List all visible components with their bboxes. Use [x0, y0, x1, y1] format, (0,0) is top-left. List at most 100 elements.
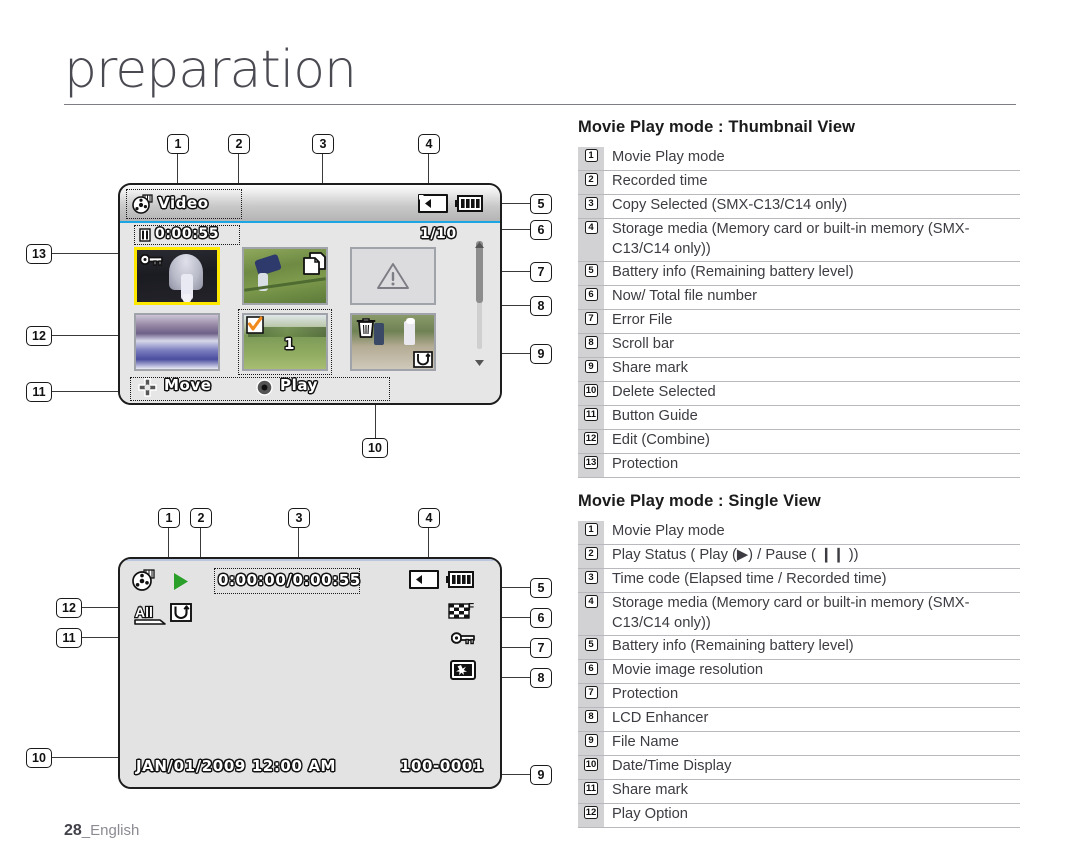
legend-number-cell: 6 [578, 660, 604, 684]
legend-row: 1 Movie Play mode [578, 147, 1020, 171]
callout-s8: 8 [530, 668, 552, 688]
callout-s6: 6 [530, 608, 552, 628]
legend-number-badge: 10 [583, 384, 599, 398]
legend-number-badge: 6 [584, 662, 598, 676]
legend-number-badge: 3 [584, 571, 598, 584]
legend-row: 7 Error File [578, 310, 1020, 335]
film-reel-icon [132, 194, 154, 219]
legend-number-badge: 1 [584, 523, 598, 536]
legend-number-cell: 2 [578, 545, 604, 568]
legend-number-cell: 6 [578, 286, 604, 310]
ok-button-icon [256, 379, 273, 401]
legend-number-cell: 10 [578, 382, 604, 406]
legend-number-cell: 5 [578, 636, 604, 660]
legend-number-badge: 7 [584, 686, 598, 700]
footer-page-number: 28 [64, 822, 82, 839]
legend-number-badge: 9 [584, 360, 598, 374]
legend-number-cell: 2 [578, 171, 604, 194]
key-icon [450, 631, 477, 650]
legend-list-thumbnail-view: 1 Movie Play mode 2 Recorded time 3 Copy Sele… [578, 147, 1020, 479]
legend-single-view: Movie Play mode : Single View 1 Movie Pla… [578, 492, 1020, 829]
legend-number-badge: 6 [584, 288, 598, 302]
callout-s2-leader [200, 528, 202, 560]
datetime-display: JAN/01/2009 12:00 AM [136, 757, 337, 775]
legend-number-badge: 12 [583, 432, 599, 446]
legend-number-cell: 3 [578, 195, 604, 218]
file-name: 100-0001 [399, 757, 484, 775]
legend-number-cell: 8 [578, 334, 604, 358]
legend-row: 12 Play Option [578, 804, 1020, 829]
callout-s11: 11 [56, 628, 82, 648]
time-code-value: 0:00:00/0:00:55 [218, 571, 361, 589]
legend-row-text: Protection [612, 686, 679, 703]
legend-row-text: Error File [612, 312, 673, 329]
key-icon [139, 253, 164, 271]
section-heading-thumbnail-view: Movie Play mode : Thumbnail View [578, 118, 856, 136]
callout-9: 9 [530, 344, 552, 364]
copy-pages-icon [301, 251, 327, 282]
page-footer: 28_English [64, 822, 139, 840]
legend-row-text: Now/ Total file number [612, 288, 758, 305]
callout-s3: 3 [288, 508, 310, 528]
lcd-thumbnail-view-screen: Video 0:00:55 1/10 1 Move Play [118, 183, 502, 405]
legend-number-cell: 3 [578, 569, 604, 592]
page-title: preparation [64, 40, 357, 100]
lcd-single-top-line [120, 559, 500, 561]
callout-s9: 9 [530, 765, 552, 785]
thumbnail-item-4[interactable] [134, 313, 220, 371]
legend-row: 3 Copy Selected (SMX-C13/C14 only) [578, 195, 1020, 219]
lcd-enhancer-icon [450, 659, 476, 686]
legend-row: 9 Share mark [578, 358, 1020, 383]
guide-move-label: Move [164, 376, 212, 394]
legend-row: 12 Edit (Combine) [578, 430, 1020, 455]
scroll-up-arrow-icon [475, 235, 484, 253]
callout-s10: 10 [26, 748, 52, 768]
legend-number-cell: 11 [578, 406, 604, 430]
legend-row: 7 Protection [578, 684, 1020, 709]
callout-5: 5 [530, 194, 552, 214]
legend-number-cell: 7 [578, 684, 604, 708]
share-mark-icon [413, 351, 433, 373]
svg-text:All: All [135, 604, 153, 620]
legend-number-badge: 13 [583, 456, 599, 470]
legend-number-badge: 5 [584, 264, 598, 278]
legend-row: 4 Storage media (Memory card or built-in … [578, 219, 1020, 263]
legend-number-cell: 1 [578, 521, 604, 544]
callout-3: 3 [312, 134, 334, 154]
callout-s2: 2 [190, 508, 212, 528]
legend-row: 8 LCD Enhancer [578, 708, 1020, 733]
legend-row: 2 Recorded time [578, 171, 1020, 195]
legend-number-badge: 8 [584, 710, 598, 724]
legend-thumbnail-view: Movie Play mode : Thumbnail View 1 Movie … [578, 118, 1020, 479]
legend-number-badge: 1 [584, 149, 598, 162]
legend-row: 5 Battery info (Remaining battery level) [578, 262, 1020, 287]
callout-13: 13 [26, 244, 52, 264]
file-counter: 1/10 [420, 226, 457, 242]
callout-s4: 4 [418, 508, 440, 528]
guide-play-label: Play [280, 376, 318, 394]
legend-number-badge: 11 [583, 408, 599, 422]
memory-card-icon [408, 570, 440, 594]
thumbnail-item-3-error[interactable] [350, 247, 436, 305]
battery-icon [445, 571, 475, 593]
legend-number-badge: 12 [583, 806, 599, 820]
legend-row: 11 Share mark [578, 780, 1020, 805]
memory-card-icon [417, 194, 449, 218]
legend-number-cell: 9 [578, 732, 604, 756]
callout-s1: 1 [158, 508, 180, 528]
legend-number-cell: 7 [578, 310, 604, 334]
callout-1-leader [177, 154, 179, 186]
legend-row: 10 Delete Selected [578, 382, 1020, 407]
scroll-down-arrow-icon [475, 353, 484, 371]
legend-number-cell: 4 [578, 219, 604, 262]
legend-number-badge: 4 [584, 221, 598, 234]
edit-combine-number: 1 [284, 335, 296, 353]
legend-row-text: Play Status ( Play (▶) / Pause ( ❙❙ )) [612, 547, 859, 563]
legend-row: 4 Storage media (Memory card or built-in … [578, 593, 1020, 637]
legend-row: 13 Protection [578, 454, 1020, 479]
callout-s7: 7 [530, 638, 552, 658]
callout-6: 6 [530, 220, 552, 240]
play-triangle-icon [172, 572, 189, 596]
dpad-icon [138, 378, 157, 402]
svg-text:F: F [468, 602, 474, 613]
